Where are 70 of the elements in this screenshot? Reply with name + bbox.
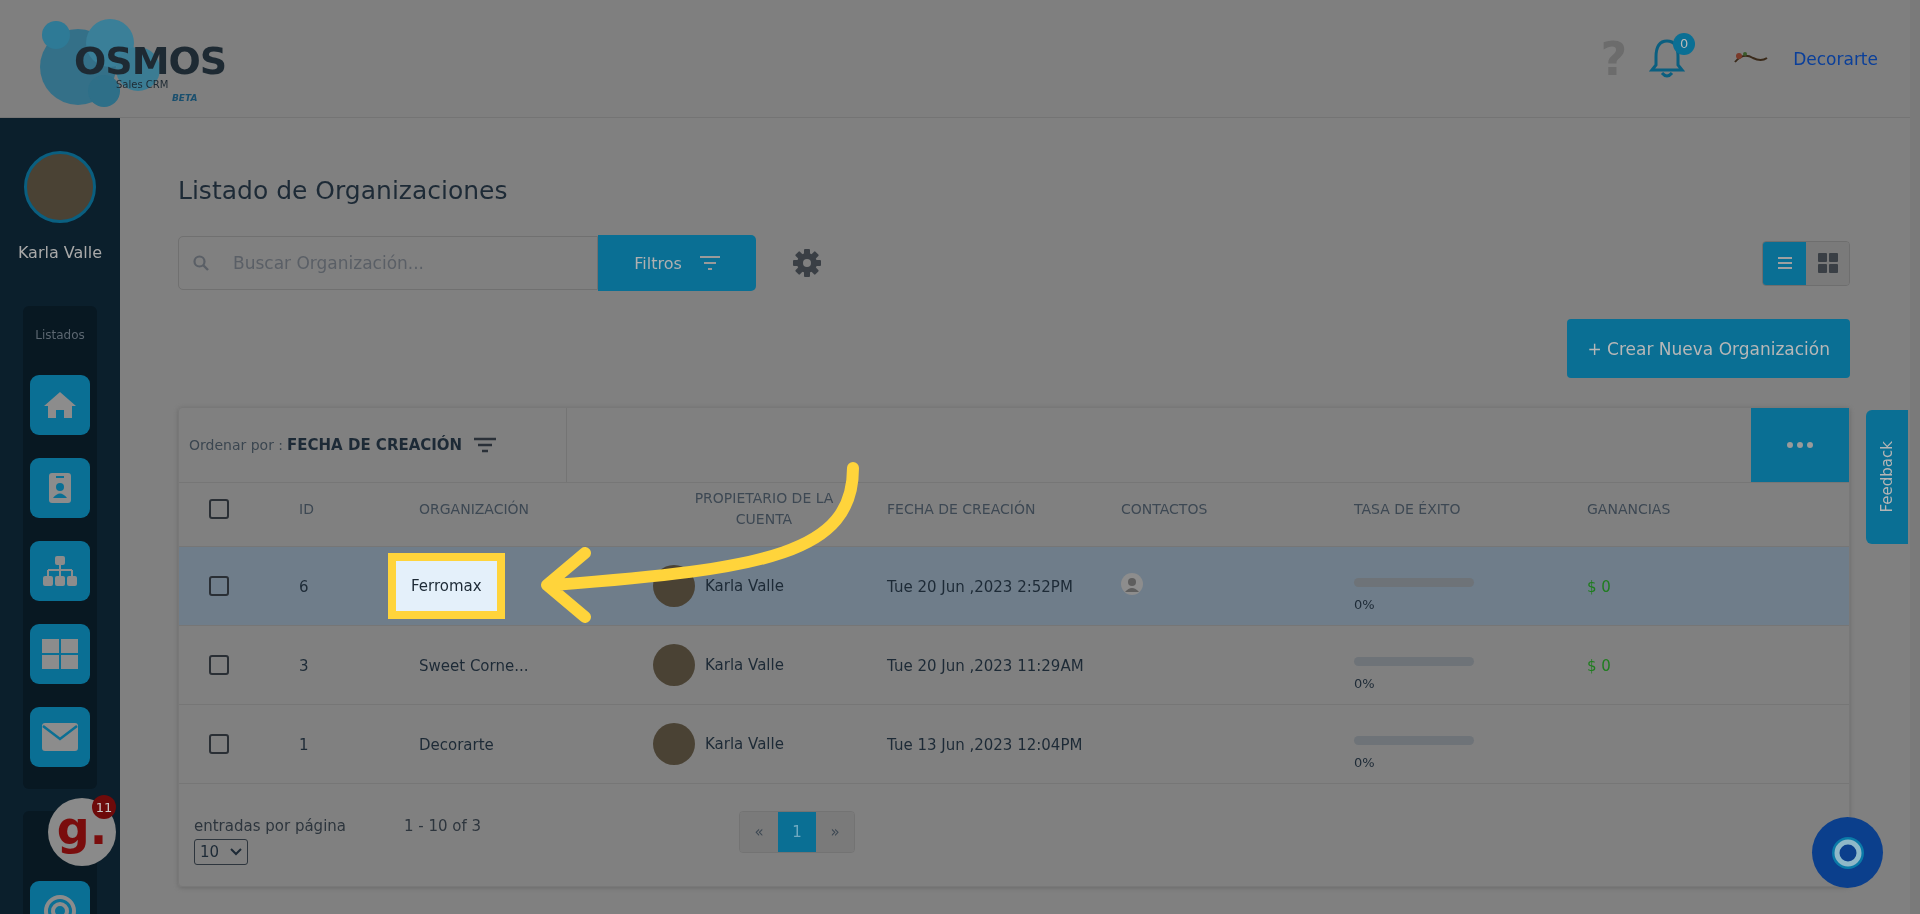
owner-name: Karla Valle: [705, 577, 784, 595]
row-checkbox[interactable]: [209, 734, 229, 754]
section-title: Listados: [35, 328, 85, 342]
column-header[interactable]: GANANCIAS: [1587, 501, 1849, 518]
logo-tag: BETA: [172, 92, 198, 103]
range-text: 1 - 10 of 3: [404, 817, 482, 835]
per-page-select[interactable]: 10: [194, 839, 248, 865]
success-rate: 0%: [1354, 755, 1376, 770]
nav-button[interactable]: [30, 624, 90, 684]
column-header[interactable]: CONTACTOS: [1121, 501, 1354, 518]
table-row[interactable]: 3 Sweet Corne... Karla Valle Tue 20 Jun ,2023 11:29AM 0% $ 0: [179, 626, 1849, 705]
column-header[interactable]: ORGANIZACIÓN: [419, 501, 641, 518]
feedback-tab[interactable]: Feedback: [1866, 410, 1908, 544]
earnings-amount: $ 0: [1587, 656, 1611, 675]
column-header[interactable]: TASA DE ÉXITO: [1354, 501, 1587, 518]
search-icon: [193, 255, 209, 271]
table-row[interactable]: 1 Decorarte Karla Valle Tue 13 Jun ,2023 12:04PM 0%: [179, 705, 1849, 784]
avatar: [653, 723, 695, 765]
column-header[interactable]: FECHA DE CREACIÓN: [887, 501, 1121, 518]
creation-date: Tue 20 Jun ,2023 11:29AM: [887, 656, 1084, 675]
help-button[interactable]: ?: [1600, 35, 1628, 82]
organization-link[interactable]: Decorarte: [419, 735, 494, 754]
nav-button[interactable]: [30, 375, 90, 435]
nav-button[interactable]: [30, 458, 90, 518]
contact-avatar-icon[interactable]: [1121, 573, 1143, 595]
list-icon: [1777, 257, 1792, 269]
org-chart-icon: [42, 555, 78, 587]
sort-icon[interactable]: [474, 437, 497, 453]
next-page-button[interactable]: »: [816, 812, 855, 852]
creation-date: Tue 20 Jun ,2023 2:52PM: [887, 577, 1073, 596]
column-header[interactable]: PROPIETARIO DE LA CUENTA: [674, 488, 854, 531]
creation-date: Tue 13 Jun ,2023 12:04PM: [887, 735, 1083, 754]
column-header[interactable]: ID: [299, 501, 419, 518]
organization-link[interactable]: Sweet Corne...: [419, 656, 529, 675]
account-name[interactable]: Decorarte: [1793, 48, 1878, 69]
list-view-button[interactable]: [1763, 241, 1806, 285]
owner-name: Karla Valle: [705, 735, 784, 753]
id-cell: 3: [299, 656, 309, 675]
earnings-amount: $ 0: [1587, 577, 1611, 596]
ellipsis-icon: [1787, 442, 1813, 448]
id-cell: 6: [299, 577, 309, 596]
notification-badge: 0: [1673, 32, 1696, 55]
nav-button[interactable]: [30, 541, 90, 601]
filter-icon: [699, 256, 720, 270]
previous-page-button[interactable]: «: [740, 812, 779, 852]
avatar: [653, 644, 695, 686]
sort-label: Ordenar por :: [189, 437, 284, 453]
grid-icon: [1817, 253, 1838, 273]
success-rate: 0%: [1354, 676, 1376, 691]
chevron-down-icon: [230, 848, 242, 856]
owner-name: Karla Valle: [705, 656, 784, 674]
id-badge-icon: [48, 472, 72, 504]
grid-view-button[interactable]: [1806, 241, 1849, 285]
home-icon: [43, 390, 77, 420]
grid-icon: [42, 639, 78, 669]
user-name: Karla Valle: [17, 243, 103, 262]
create-organization-button[interactable]: + Crear Nueva Organización: [1567, 319, 1850, 378]
row-checkbox[interactable]: [209, 655, 229, 675]
settings-icon[interactable]: [792, 248, 822, 278]
page-button[interactable]: 1: [778, 812, 817, 852]
envelope-icon: [42, 723, 78, 751]
row-checkbox[interactable]: [209, 576, 229, 596]
page-title: Listado de Organizaciones: [178, 176, 509, 205]
select-all-checkbox[interactable]: [209, 499, 229, 520]
filter-button[interactable]: Filtros: [598, 235, 756, 291]
nav-button[interactable]: [30, 707, 90, 767]
success-rate: 0%: [1354, 597, 1376, 612]
entries-per-page-label: entradas por página: [194, 817, 346, 835]
id-cell: 1: [299, 735, 309, 754]
sort-value[interactable]: FECHA DE CREACIÓN: [287, 436, 463, 454]
